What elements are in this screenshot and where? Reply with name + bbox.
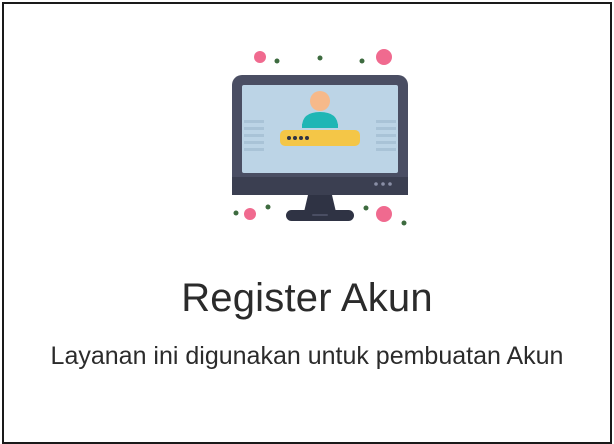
register-akun-card[interactable]: Register Akun Layanan ini digunakan untu…: [2, 2, 612, 444]
card-title: Register Akun: [181, 276, 433, 320]
computer-login-icon: [220, 38, 420, 238]
card-description: Layanan ini digunakan untuk pembuatan Ak…: [50, 342, 564, 370]
